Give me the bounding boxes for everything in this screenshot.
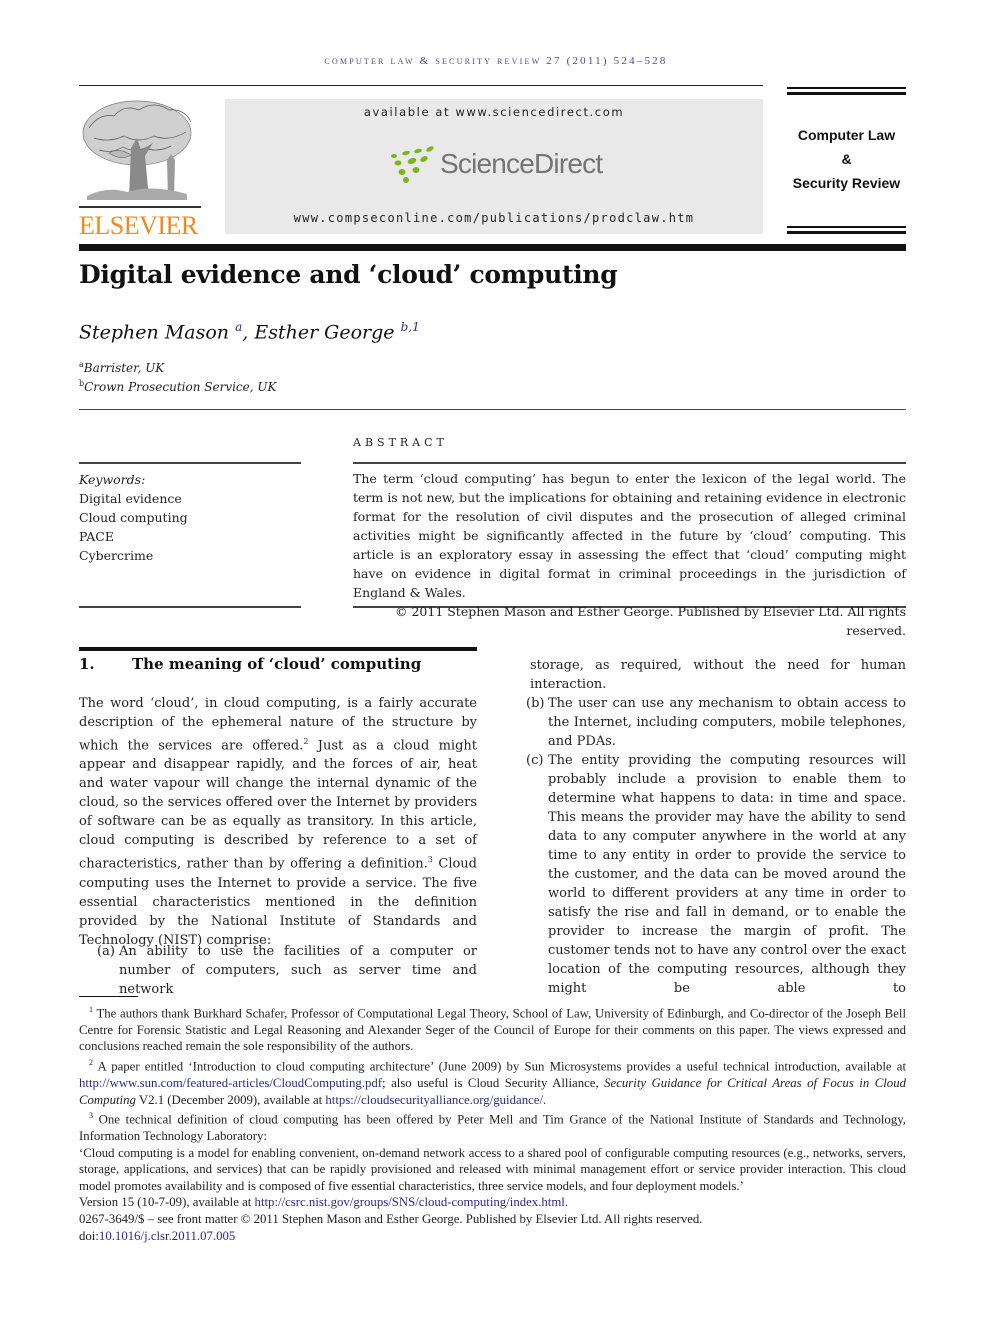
divider (353, 462, 906, 464)
author-name: Stephen Mason (79, 321, 230, 344)
affiliation: bCrown Prosecution Service, UK (79, 379, 277, 394)
sun-pdf-link[interactable]: http://www.sun.com/featured-articles/Clo… (79, 1076, 382, 1090)
list-item: (b) The user can use any mechanism to ob… (526, 696, 906, 749)
header-rule (79, 85, 763, 86)
section-heading: 1. The meaning of ‘cloud’ computing (79, 655, 421, 673)
available-at-text[interactable]: available at www.sciencedirect.com (225, 105, 763, 119)
journal-top-rule (787, 87, 906, 95)
list-block-bc: (b) The user can use any mechanism to ob… (526, 694, 906, 998)
doi-line: doi:10.1016/j.clsr.2011.07.005 (79, 1228, 236, 1243)
doi-link[interactable]: 10.1016/j.clsr.2011.07.005 (99, 1229, 235, 1243)
characteristics-list-continued: storage, as required, without the need f… (508, 656, 906, 694)
footnotes: 1 The authors thank Burkhard Schafer, Pr… (79, 1002, 906, 1244)
footnote-1: 1 The authors thank Burkhard Schafer, Pr… (79, 1005, 907, 1054)
footnote-3-quote: ‘Cloud computing is a model for enabling… (79, 1145, 906, 1193)
footnote-2: 2 A paper entitled ‘Introduction to clou… (79, 1058, 907, 1107)
elsevier-tree-icon (79, 100, 201, 208)
author-name: Esther George (254, 321, 395, 344)
sciencedirect-wordmark: ScienceDirect (440, 148, 603, 179)
journal-title: Computer Law & Security Review (792, 127, 901, 191)
keyword: Digital evidence (79, 491, 182, 506)
abstract-body: The term ‘cloud computing’ has begun to … (353, 469, 906, 640)
footnote-3-version: Version 15 (10-7-09), available at http:… (79, 1195, 569, 1210)
journal-title-box: Computer Law & Security Review (787, 87, 906, 235)
masthead-rule (79, 244, 906, 251)
list-label: (b) (526, 696, 545, 711)
divider (79, 409, 906, 410)
article-title: Digital evidence and ‘cloud’ computing (79, 260, 618, 289)
section-rule (79, 647, 477, 651)
footnote-rule (79, 996, 138, 997)
nist-link[interactable]: http://csrc.nist.gov/groups/SNS/cloud-co… (255, 1195, 565, 1209)
list-item: (a) An ability to use the facilities of … (97, 944, 477, 997)
list-item: (c) The entity providing the computing r… (526, 753, 906, 996)
keyword: PACE (79, 529, 114, 544)
affiliation: aBarrister, UK (79, 360, 165, 375)
sciencedirect-logo[interactable]: ScienceDirect (388, 146, 603, 186)
running-header: computer law & security review 27 (2011)… (324, 55, 668, 67)
divider (79, 606, 301, 608)
abstract-copyright: © 2011 Stephen Mason and Esther George. … (394, 604, 906, 638)
section-number: 1. (79, 655, 95, 673)
keyword: Cloud computing (79, 510, 188, 525)
author-affiliation-link[interactable]: b,1 (401, 320, 420, 334)
elsevier-wordmark: ELSEVIER (79, 211, 198, 240)
author-affiliation-link[interactable]: a (235, 320, 242, 334)
keyword: Cybercrime (79, 548, 154, 563)
footnote-3: 3 One technical definition of cloud comp… (79, 1111, 906, 1143)
characteristics-list: (a) An ability to use the facilities of … (97, 942, 477, 999)
front-matter: 0267-3649/$ – see front matter © 2011 St… (79, 1211, 703, 1226)
list-label: (a) (97, 944, 115, 959)
sciencedirect-banner: available at www.sciencedirect.com Scien… (225, 99, 763, 234)
keywords-block: Keywords: Digital evidence Cloud computi… (79, 470, 188, 565)
list-item: storage, as required, without the need f… (530, 658, 906, 692)
journal-bottom-rule (787, 226, 906, 234)
list-label: (c) (526, 753, 544, 768)
author-list: Stephen Mason a, Esther George b,1 (79, 320, 420, 344)
keywords-label: Keywords: (79, 472, 146, 487)
elsevier-logo[interactable]: ELSEVIER (79, 98, 204, 240)
csa-guidance-link[interactable]: https://cloudsecurityalliance.org/guidan… (325, 1093, 543, 1107)
journal-url-link[interactable]: www.compseconline.com/publications/prodc… (225, 211, 763, 225)
section-paragraph: The word ‘cloud’, in cloud computing, is… (79, 696, 478, 948)
abstract-text: The term ‘cloud computing’ has begun to … (353, 471, 906, 600)
abstract-heading: ABSTRACT (353, 436, 448, 449)
section-title: The meaning of ‘cloud’ computing (132, 655, 422, 673)
divider (79, 462, 301, 464)
sciencedirect-dots-icon (391, 146, 434, 183)
